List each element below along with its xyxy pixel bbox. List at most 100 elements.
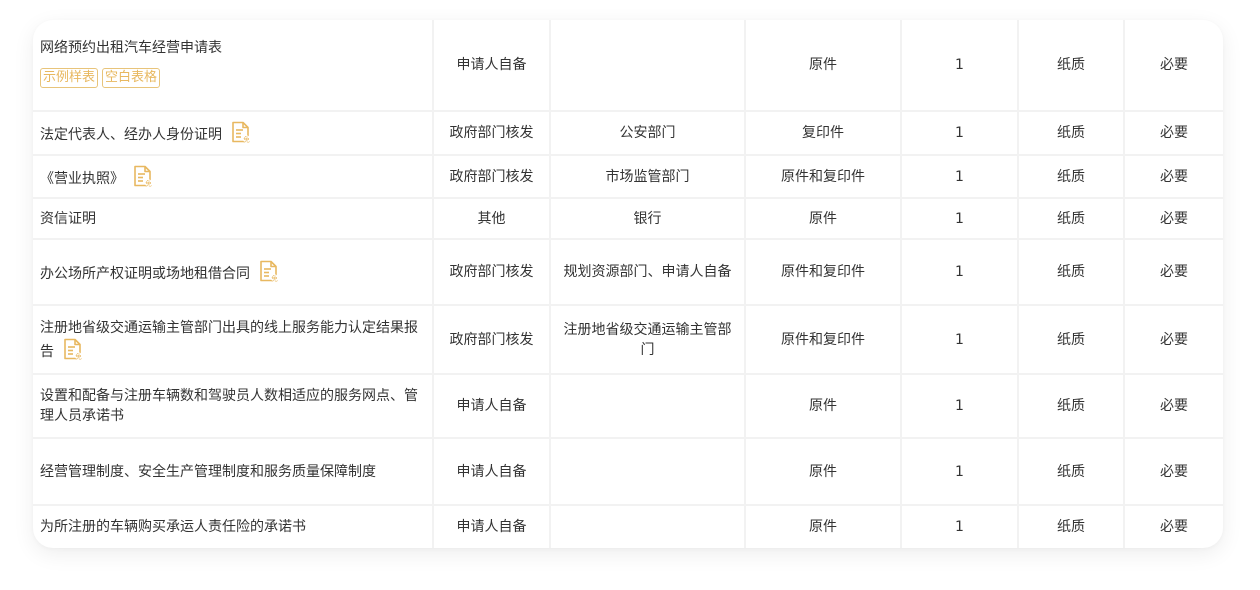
table-row: 办公场所产权证明或场地租借合同 免 政府部门核发 规划资源部门、申请人自备 原件…: [33, 238, 1223, 306]
material-required-cell: 必要: [1123, 20, 1223, 112]
material-count: 1: [955, 331, 964, 348]
material-required-cell: 必要: [1123, 197, 1223, 240]
svg-text:免: 免: [272, 274, 279, 283]
material-form: 原件: [809, 210, 837, 227]
material-medium: 纸质: [1057, 331, 1085, 348]
material-form-cell: 原件: [744, 20, 902, 112]
material-medium: 纸质: [1057, 168, 1085, 185]
exempt-document-icon[interactable]: 免: [63, 338, 83, 360]
material-source: 申请人自备: [456, 398, 527, 414]
table-row: 资信证明 其他 银行 原件 1 纸质 必要: [33, 197, 1223, 240]
material-count: 1: [955, 463, 964, 480]
material-issuer-cell: 注册地省级交通运输主管部门: [549, 304, 746, 375]
material-count-cell: 1: [900, 437, 1019, 506]
material-required-cell: 必要: [1123, 110, 1223, 156]
material-required: 必要: [1160, 264, 1188, 280]
material-name: 为所注册的车辆购买承运人责任险的承诺书: [40, 519, 306, 535]
material-form-cell: 原件: [744, 437, 902, 506]
material-source: 申请人自备: [456, 57, 527, 73]
material-count: 1: [955, 57, 964, 73]
material-count-cell: 1: [900, 154, 1019, 199]
material-required: 必要: [1160, 125, 1188, 141]
material-issuer-cell: [549, 437, 746, 506]
material-count: 1: [955, 519, 964, 535]
material-source-cell: 申请人自备: [432, 373, 551, 439]
material-medium-cell: 纸质: [1017, 110, 1125, 156]
material-name: 办公场所产权证明或场地租借合同: [40, 266, 250, 282]
material-required: 必要: [1160, 519, 1188, 535]
material-issuer-cell: 公安部门: [549, 110, 746, 156]
material-issuer-cell: 规划资源部门、申请人自备: [549, 238, 746, 306]
material-required: 必要: [1160, 210, 1188, 227]
exempt-document-icon[interactable]: 免: [259, 260, 279, 283]
material-medium-cell: 纸质: [1017, 154, 1125, 199]
material-source: 申请人自备: [456, 519, 527, 535]
material-name-cell: 注册地省级交通运输主管部门出具的线上服务能力认定结果报告 免: [33, 304, 434, 375]
material-name-cell: 设置和配备与注册车辆数和驾驶员人数相适应的服务网点、管理人员承诺书: [33, 373, 434, 439]
material-form: 原件: [809, 463, 837, 480]
blank-form-link[interactable]: 空白表格: [102, 68, 161, 88]
material-form: 原件和复印件: [781, 264, 865, 280]
material-medium-cell: 纸质: [1017, 304, 1125, 375]
material-count-cell: 1: [900, 238, 1019, 306]
material-form: 原件和复印件: [781, 168, 865, 185]
material-issuer: 注册地省级交通运输主管部门: [563, 321, 732, 358]
material-source-cell: 政府部门核发: [432, 110, 551, 156]
material-issuer: 银行: [633, 210, 662, 227]
material-medium-cell: 纸质: [1017, 373, 1125, 439]
materials-card: 网络预约出租汽车经营申请表 示例样表 空白表格 申请人自备 原件 1 纸质 必要 …: [33, 20, 1223, 548]
material-required: 必要: [1160, 168, 1188, 185]
exempt-document-icon[interactable]: 免: [133, 165, 153, 187]
material-form-cell: 原件: [744, 197, 902, 240]
material-medium: 纸质: [1057, 57, 1085, 73]
material-medium-cell: 纸质: [1017, 238, 1125, 306]
material-name-cell: 资信证明: [33, 197, 434, 240]
material-name: 注册地省级交通运输主管部门出具的线上服务能力认定结果报告: [40, 319, 418, 360]
material-medium: 纸质: [1057, 264, 1085, 280]
material-issuer-cell: 银行: [549, 197, 746, 240]
material-source-cell: 申请人自备: [432, 20, 551, 112]
material-source: 申请人自备: [456, 463, 527, 480]
material-medium-cell: 纸质: [1017, 197, 1125, 240]
material-required-cell: 必要: [1123, 304, 1223, 375]
material-form-cell: 复印件: [744, 110, 902, 156]
material-form-cell: 原件和复印件: [744, 304, 902, 375]
material-source: 政府部门核发: [449, 125, 534, 141]
material-medium-cell: 纸质: [1017, 437, 1125, 506]
template-badges: 示例样表 空白表格: [40, 68, 422, 88]
material-name: 法定代表人、经办人身份证明: [40, 127, 222, 143]
material-source-cell: 政府部门核发: [432, 304, 551, 375]
material-required-cell: 必要: [1123, 373, 1223, 439]
material-name: 设置和配备与注册车辆数和驾驶员人数相适应的服务网点、管理人员承诺书: [40, 388, 418, 424]
material-name-cell: 办公场所产权证明或场地租借合同 免: [33, 238, 434, 306]
table-row: 注册地省级交通运输主管部门出具的线上服务能力认定结果报告 免 政府部门核发 注册…: [33, 304, 1223, 375]
material-medium-cell: 纸质: [1017, 504, 1125, 548]
sample-form-link[interactable]: 示例样表: [40, 68, 99, 88]
material-source-cell: 申请人自备: [432, 504, 551, 548]
material-required: 必要: [1160, 57, 1188, 73]
material-issuer-cell: [549, 504, 746, 548]
material-form-cell: 原件和复印件: [744, 154, 902, 199]
exempt-document-icon[interactable]: 免: [231, 121, 251, 144]
material-source: 政府部门核发: [449, 264, 534, 280]
material-name-cell: 《营业执照》 免: [33, 154, 434, 199]
material-issuer: 规划资源部门、申请人自备: [563, 264, 732, 280]
material-issuer-cell: [549, 373, 746, 439]
table-row: 设置和配备与注册车辆数和驾驶员人数相适应的服务网点、管理人员承诺书 申请人自备 …: [33, 373, 1223, 439]
material-form: 原件: [809, 398, 837, 414]
material-form: 原件: [809, 519, 837, 535]
material-medium-cell: 纸质: [1017, 20, 1125, 112]
table-row: 法定代表人、经办人身份证明 免 政府部门核发 公安部门 复印件 1 纸质 必要: [33, 110, 1223, 156]
material-name: 《营业执照》: [40, 170, 124, 187]
material-form-cell: 原件: [744, 504, 902, 548]
material-name-cell: 为所注册的车辆购买承运人责任险的承诺书: [33, 504, 434, 548]
material-count-cell: 1: [900, 110, 1019, 156]
material-name: 资信证明: [40, 210, 96, 227]
material-count-cell: 1: [900, 304, 1019, 375]
svg-text:免: 免: [146, 178, 153, 187]
material-count: 1: [955, 168, 964, 185]
material-name-cell: 网络预约出租汽车经营申请表 示例样表 空白表格: [33, 20, 434, 112]
material-source-cell: 其他: [432, 197, 551, 240]
material-issuer: 市场监管部门: [605, 168, 690, 185]
svg-text:免: 免: [244, 135, 251, 144]
